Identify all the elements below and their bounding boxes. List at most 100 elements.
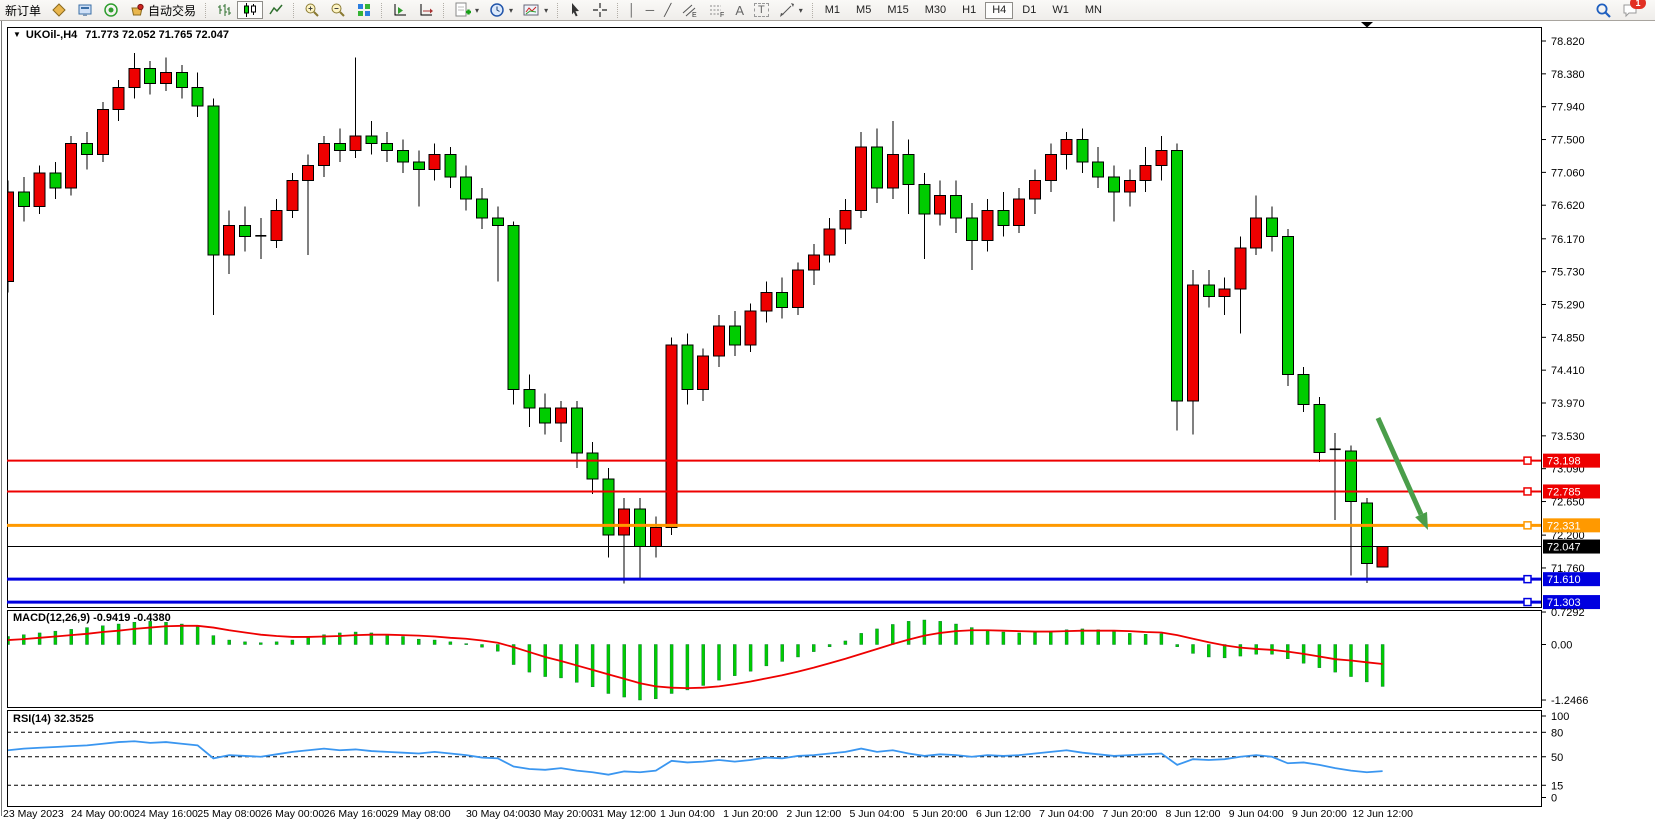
cursor-arrow-icon — [568, 2, 582, 18]
chart-autoscroll-button[interactable] — [413, 1, 439, 19]
timeframe-toolbar: M1M5M15M30H1H4D1W1MN — [818, 2, 1109, 19]
new-order-label: 新订单 — [5, 2, 41, 19]
timeframe-button-m15[interactable]: M15 — [880, 2, 915, 19]
candlestick-chart-icon — [242, 2, 258, 18]
svg-text:-1.2466: -1.2466 — [1551, 695, 1588, 707]
time-label: 8 Jun 12:00 — [1166, 808, 1221, 820]
tile-windows-icon — [356, 2, 372, 18]
svg-text:75.730: 75.730 — [1551, 267, 1585, 279]
navigator-button[interactable] — [98, 1, 124, 19]
chart-shift-icon — [392, 2, 408, 18]
svg-text:15: 15 — [1551, 780, 1563, 792]
macd-label: MACD(12,26,9) -0.9419 -0.4380 — [13, 612, 171, 624]
dropdown-caret-icon: ▾ — [509, 6, 513, 15]
pane-border-1 — [8, 611, 1542, 708]
time-label: 24 May 16:00 — [134, 808, 198, 820]
time-label: 26 May 16:00 — [324, 808, 388, 820]
autotrading-label: 自动交易 — [148, 2, 196, 19]
zoom-out-button[interactable] — [325, 1, 351, 19]
dropdown-caret-icon: ▾ — [544, 6, 548, 15]
chart-canvas[interactable]: 78.82078.38077.94077.50077.06076.62076.1… — [0, 0, 1655, 827]
clock-icon — [489, 2, 505, 18]
tile-windows-button[interactable] — [351, 1, 377, 19]
candlestick-chart-button[interactable] — [237, 1, 263, 19]
time-label: 9 Jun 20:00 — [1292, 808, 1347, 820]
arrows-tool-button[interactable]: ▾ — [774, 1, 808, 19]
price-shift-marker-icon[interactable] — [1361, 22, 1373, 28]
horizontal-line-icon: ─ — [646, 3, 655, 17]
zoom-in-icon — [304, 2, 320, 18]
market-watch-button[interactable] — [46, 1, 72, 19]
crosshair-button[interactable] — [587, 1, 613, 19]
new-order-button[interactable]: 新订单 — [0, 1, 46, 19]
timeframe-button-h4[interactable]: H4 — [985, 2, 1013, 19]
time-label: 5 Jun 20:00 — [913, 808, 968, 820]
time-label: 23 May 2023 — [3, 808, 64, 820]
toolbar: 新订单 自动交易 ▾ ▾ ▾ │ ─ — [0, 0, 1655, 21]
chart-ohlc-values: 71.773 72.052 71.765 72.047 — [85, 29, 229, 41]
svg-text:75.290: 75.290 — [1551, 299, 1585, 311]
periods-button[interactable]: ▾ — [484, 1, 518, 19]
time-axis[interactable]: 23 May 202324 May 00:0024 May 16:0025 Ma… — [3, 808, 1413, 820]
label-tool-button[interactable]: T — [749, 1, 774, 19]
line-chart-icon — [268, 2, 284, 18]
svg-text:72.331: 72.331 — [1547, 520, 1581, 532]
svg-text:73.970: 73.970 — [1551, 398, 1585, 410]
time-label: 5 Jun 04:00 — [850, 808, 905, 820]
rsi-label: RSI(14) 32.3525 — [13, 713, 94, 725]
svg-text:78.820: 78.820 — [1551, 36, 1585, 48]
templates-icon — [523, 2, 540, 18]
zoom-in-button[interactable] — [299, 1, 325, 19]
vertical-line-icon: │ — [628, 3, 636, 17]
symbol-dropdown-icon[interactable]: ▼ — [13, 30, 21, 39]
svg-text:80: 80 — [1551, 727, 1563, 739]
bar-chart-icon — [216, 2, 232, 18]
toolbar-separator — [205, 3, 207, 18]
templates-button[interactable]: ▾ — [518, 1, 553, 19]
chart-shift-button[interactable] — [387, 1, 413, 19]
data-window-button[interactable] — [72, 1, 98, 19]
indicators-add-icon — [454, 2, 471, 18]
toolbar-separator — [443, 3, 445, 18]
time-label: 31 May 12:00 — [592, 808, 656, 820]
channel-tool-button[interactable]: E — [676, 1, 703, 19]
trendline-tool-button[interactable]: ╱ — [659, 1, 676, 19]
cursor-button[interactable] — [563, 1, 587, 19]
notifications-button[interactable]: 1 — [1617, 1, 1645, 19]
label-tool-icon: T — [754, 3, 769, 17]
timeframe-button-h1[interactable]: H1 — [955, 2, 983, 19]
indicators-button[interactable]: ▾ — [449, 1, 484, 19]
timeframe-button-m30[interactable]: M30 — [918, 2, 953, 19]
toolbar-separator — [381, 3, 383, 18]
notification-badge: 1 — [1630, 0, 1646, 9]
line-chart-button[interactable] — [263, 1, 289, 19]
timeframe-button-mn[interactable]: MN — [1078, 2, 1109, 19]
time-label: 2 Jun 12:00 — [786, 808, 841, 820]
dropdown-caret-icon: ▾ — [475, 6, 479, 15]
svg-text:78.380: 78.380 — [1551, 69, 1585, 81]
timeframe-button-m5[interactable]: M5 — [849, 2, 878, 19]
svg-text:72.785: 72.785 — [1547, 486, 1581, 498]
svg-text:72.047: 72.047 — [1547, 542, 1581, 554]
vertical-line-tool-button[interactable]: │ — [623, 1, 641, 19]
horizontal-line-tool-button[interactable]: ─ — [641, 1, 660, 19]
dropdown-caret-icon: ▾ — [799, 6, 803, 15]
fibonacci-icon: F — [708, 2, 725, 18]
timeframe-button-d1[interactable]: D1 — [1015, 2, 1043, 19]
fibonacci-tool-button[interactable]: F — [703, 1, 730, 19]
price-axis[interactable]: 78.82078.38077.94077.50077.06076.62076.1… — [1541, 36, 1600, 805]
arrows-tool-icon — [779, 2, 795, 18]
autotrading-button[interactable]: 自动交易 — [124, 1, 201, 19]
equidistant-channel-icon: E — [681, 2, 698, 18]
text-tool-button[interactable]: A — [730, 1, 749, 19]
search-icon — [1595, 2, 1612, 19]
svg-text:73.198: 73.198 — [1547, 456, 1581, 468]
time-label: 25 May 08:00 — [197, 808, 261, 820]
timeframe-button-m1[interactable]: M1 — [818, 2, 847, 19]
svg-text:76.620: 76.620 — [1551, 200, 1585, 212]
bar-chart-button[interactable] — [211, 1, 237, 19]
timeframe-button-w1[interactable]: W1 — [1045, 2, 1076, 19]
svg-text:74.410: 74.410 — [1551, 365, 1585, 377]
search-button[interactable] — [1590, 1, 1617, 19]
time-label: 6 Jun 12:00 — [976, 808, 1031, 820]
